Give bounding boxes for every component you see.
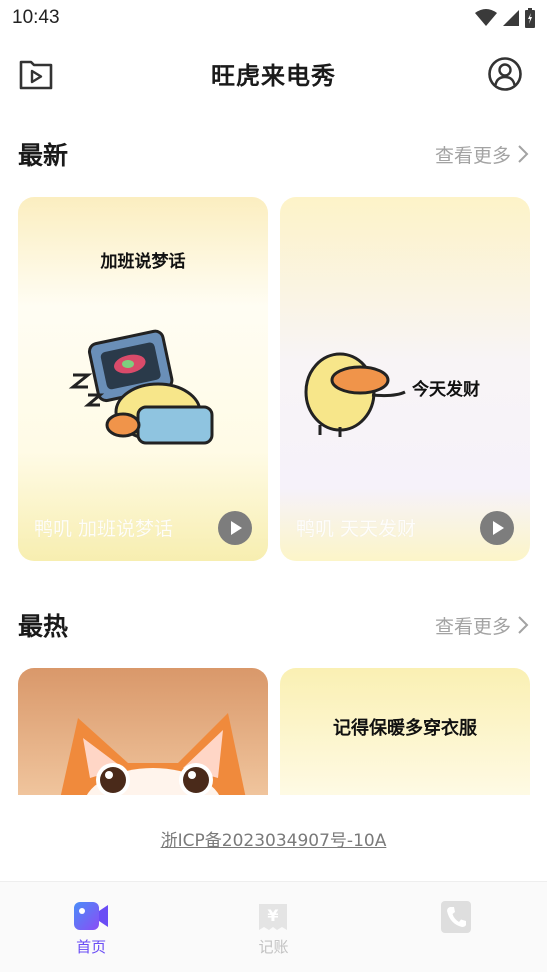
card-art-text: 加班说梦话 bbox=[100, 252, 186, 272]
status-bar: 10:43 bbox=[0, 0, 547, 36]
video-card-latest-2[interactable]: 今天发财 鸭叽 天天发财 bbox=[280, 197, 530, 561]
section-latest-header: 最新 查看更多 bbox=[18, 134, 529, 174]
signal-icon bbox=[503, 10, 519, 26]
card-caption: 鸭叽 加班说梦话 bbox=[34, 518, 174, 540]
chevron-right-icon bbox=[518, 616, 529, 634]
card-caption: 鸭叽 天天发财 bbox=[296, 518, 417, 540]
yen-icon: ¥ bbox=[259, 904, 288, 930]
card-artwork bbox=[280, 197, 530, 561]
view-more-hot-link[interactable]: 查看更多 bbox=[435, 612, 529, 639]
tab-label-bookkeeping: 记账 bbox=[258, 938, 289, 956]
view-more-label: 查看更多 bbox=[434, 144, 511, 167]
tab-bookkeeping[interactable]: ¥ 记账 bbox=[182, 882, 364, 972]
icp-link[interactable]: 浙ICP备2023034907号-10A bbox=[161, 826, 387, 851]
section-title-hot: 最热 bbox=[18, 612, 69, 641]
tab-home[interactable]: 首页 bbox=[0, 882, 182, 972]
view-more-latest-link[interactable]: 查看更多 bbox=[435, 141, 529, 168]
status-icons bbox=[475, 8, 535, 28]
cat-artwork bbox=[18, 668, 268, 808]
card-art-text: 记得保暖多穿衣服 bbox=[333, 718, 477, 739]
play-button[interactable] bbox=[218, 511, 252, 545]
play-button[interactable] bbox=[480, 511, 514, 545]
section-hot-header: 最热 查看更多 bbox=[18, 605, 529, 645]
video-card-latest-1[interactable]: 加班说梦话 鸭叽 加班说梦话 bbox=[18, 197, 268, 561]
video-folder-icon[interactable] bbox=[18, 56, 54, 92]
video-icon bbox=[74, 902, 109, 930]
chevron-right-icon bbox=[518, 145, 529, 163]
video-card-hot-2[interactable]: 记得保暖多穿衣服 bbox=[280, 668, 530, 808]
bottom-tab-bar: 首页 ¥ 记账 bbox=[0, 881, 547, 972]
app-header: 旺虎来电秀 bbox=[0, 44, 547, 102]
tab-label-home: 首页 bbox=[76, 938, 107, 956]
wifi-icon bbox=[475, 9, 497, 26]
view-more-label: 查看更多 bbox=[434, 615, 511, 638]
battery-icon bbox=[525, 8, 535, 28]
section-title-latest: 最新 bbox=[18, 141, 69, 170]
user-profile-icon[interactable] bbox=[487, 56, 523, 92]
status-time: 10:43 bbox=[12, 7, 60, 28]
svg-text:¥: ¥ bbox=[268, 906, 279, 925]
card-art-text: 今天发财 bbox=[412, 380, 480, 400]
phone-icon bbox=[440, 901, 471, 933]
page-title: 旺虎来电秀 bbox=[211, 61, 336, 90]
icp-footer: 浙ICP备2023034907号-10A bbox=[0, 795, 547, 881]
tab-phone[interactable] bbox=[365, 882, 547, 972]
video-card-hot-1[interactable] bbox=[18, 668, 268, 808]
